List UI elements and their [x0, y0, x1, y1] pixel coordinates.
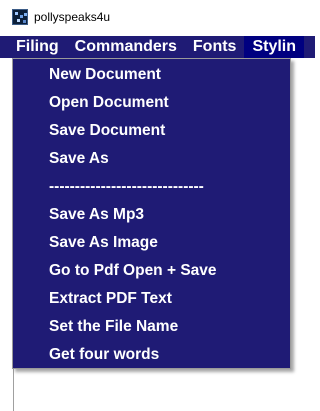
window-title: pollyspeaks4u [34, 10, 111, 24]
app-logo-icon [12, 9, 28, 25]
menu-item-extract-pdf-text[interactable]: Extract PDF Text [49, 285, 172, 313]
menu-commanders[interactable]: Commanders [67, 36, 185, 58]
menu-item-set-file-name[interactable]: Set the File Name [49, 313, 178, 341]
app-window: pollyspeaks4u Filing Commanders Fonts St… [0, 0, 315, 411]
menu-item-save-as-mp3[interactable]: Save As Mp3 [49, 201, 144, 229]
menu-item-save-as-image[interactable]: Save As Image [49, 229, 158, 257]
menu-filing[interactable]: Filing [0, 36, 67, 58]
menu-item-save-as[interactable]: Save As [49, 145, 109, 173]
menu-separator: ------------------------------ [49, 178, 204, 195]
title-bar: pollyspeaks4u [0, 0, 315, 34]
menu-item-new-document[interactable]: New Document [49, 61, 161, 89]
menu-stylin[interactable]: Stylin [244, 36, 305, 58]
menu-item-pdf-open-save[interactable]: Go to Pdf Open + Save [49, 257, 217, 285]
menu-fonts[interactable]: Fonts [185, 36, 245, 58]
menu-item-get-four-words[interactable]: Get four words [49, 341, 159, 369]
filing-dropdown-menu: New Document Open Document Save Document… [12, 58, 291, 369]
menu-item-open-document[interactable]: Open Document [49, 89, 169, 117]
menu-bar: Filing Commanders Fonts Stylin [0, 36, 315, 58]
menu-item-save-document[interactable]: Save Document [49, 117, 165, 145]
